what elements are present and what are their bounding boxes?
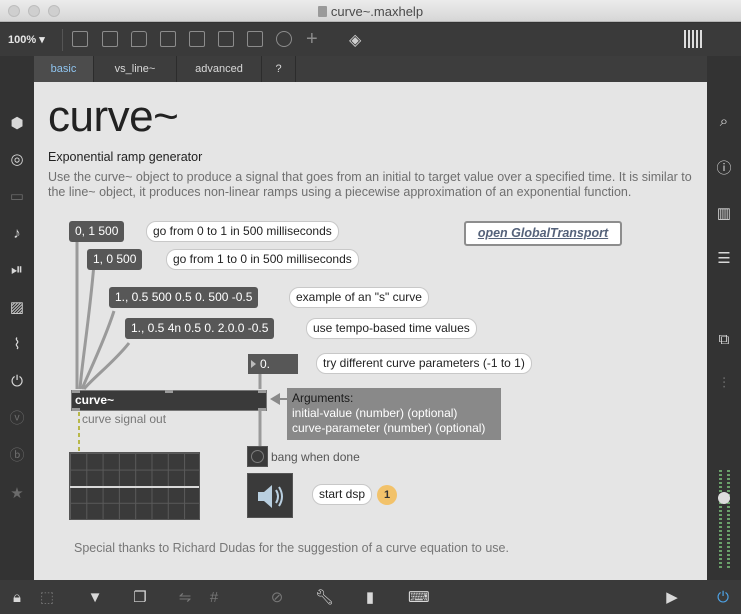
outlet[interactable] [72,408,80,411]
play-icon[interactable]: ▶ [663,589,681,607]
new-slider-icon[interactable] [247,31,263,47]
snapshot-icon[interactable]: ⧉ [716,332,732,348]
help-tabs: basic vs_line~ advanced ? [34,56,707,82]
new-toggle-icon[interactable] [189,31,205,47]
zoom-menu[interactable]: 100% ▾ [8,33,45,46]
beap-icon[interactable]: ⓑ [9,448,25,464]
message-box[interactable]: 0, 1 500 [69,221,125,242]
search-icon[interactable]: ⌕ [716,114,732,130]
piano-icon[interactable]: ▮ [361,589,379,607]
bang-circle-icon [251,450,264,463]
new-dial-icon[interactable] [276,31,292,47]
toolbar: 100% ▾ + ◈ [0,23,741,56]
wrench-icon[interactable]: 🔧︎ [315,589,334,607]
window-title: curve~.maxhelp [0,4,741,19]
tab-basic[interactable]: basic [34,56,94,82]
step-badge: 1 [377,485,397,505]
message-box[interactable]: 1, 0 500 [87,249,143,270]
comment-bubble: try different curve parameters (-1 to 1) [316,353,532,374]
comment-bubble: start dsp [312,484,373,505]
patch-canvas: curve~ Exponential ramp generator Use th… [34,82,707,580]
curve-object[interactable]: curve~ [71,390,267,411]
music-note-icon[interactable]: ♪ [9,226,25,242]
lock-icon[interactable]: 🔒︎ [8,589,26,607]
paint-bucket-icon[interactable]: ◈ [349,30,361,50]
tab-help[interactable]: ? [262,56,296,82]
power-icon[interactable]: ⏻ [714,589,732,607]
title-bar: curve~.maxhelp [0,0,741,22]
credits-text: Special thanks to Richard Dudas for the … [74,541,509,555]
comment-icon[interactable]: ▼ [86,589,104,607]
vizzie-icon[interactable]: ⓥ [9,411,25,427]
argument-curve-parameter: curve-parameter (number) (optional) [292,421,486,435]
document-icon [317,6,327,17]
arguments-title: Arguments: [292,391,354,405]
info-icon[interactable]: ⓘ [716,161,732,177]
media-icon[interactable]: ⏯ [9,262,25,278]
image-icon[interactable]: ▨ [9,300,25,316]
number-box-triangle-icon [251,360,256,368]
page-subtitle: Exponential ramp generator [48,150,203,164]
ezdac-speaker-button[interactable] [247,473,293,518]
volume-slider-knob[interactable] [718,492,730,504]
keyboard-icon[interactable]: ⌨ [408,589,430,607]
add-attachment-icon[interactable]: ⊘ [268,589,286,607]
new-object-icon[interactable] [72,31,88,47]
signal-scope [69,452,200,520]
curve-parameter-number-box[interactable]: 0. [248,354,298,374]
arguments-arrow-icon [270,393,280,405]
scope-trace [70,486,199,488]
toolbar-separator [62,29,63,51]
new-message-icon[interactable] [102,31,118,47]
tab-advanced[interactable]: advanced [177,56,262,82]
inlet[interactable] [72,390,80,393]
comment-bubble: use tempo-based time values [306,318,477,339]
open-globaltransport-link[interactable]: open GlobalTransport [464,221,622,246]
windows-icon[interactable]: ❐ [131,589,149,607]
grid-icon[interactable]: # [205,589,223,607]
audio-level-meter [719,470,722,570]
target-icon[interactable]: ◎ [9,152,25,168]
paperclip-icon[interactable]: ⌇ [9,337,25,353]
cube-icon[interactable]: ⬢ [9,116,25,132]
bottom-toolbar: 🔒︎ ⬚ ▼ ❐ ⇋ # ⊘ 🔧︎ ▮ ⌨ ▶ ⏻ [0,580,741,614]
inlet[interactable] [165,390,173,393]
tab-vs-line[interactable]: vs_line~ [94,56,177,82]
arguments-panel: Arguments: initial-value (number) (optio… [287,388,501,440]
audio-level-meter [727,470,730,570]
tape-icon[interactable]: ▭ [9,189,25,205]
grid-toggle-icon[interactable] [684,30,704,48]
right-sidebar: ⌕ ⓘ ▥ ☰ ⧉ ⫶ [707,56,741,580]
comment-bubble: go from 0 to 1 in 500 milliseconds [146,221,339,242]
page-title: curve~ [48,92,179,141]
list-icon[interactable]: ☰ [716,251,732,267]
inlet[interactable] [258,390,266,393]
message-box[interactable]: 1., 0.5 500 0.5 0. 500 -0.5 [109,287,259,308]
bang-label: bang when done [271,450,360,464]
add-object-icon[interactable]: + [306,28,318,51]
plug-icon[interactable]: ⏻ [9,374,25,390]
new-number-icon[interactable] [218,31,234,47]
new-comment-icon[interactable] [131,31,147,47]
presentation-icon[interactable]: ⬚ [38,589,56,607]
signal-out-label: curve signal out [82,412,167,426]
left-sidebar: ⬢ ◎ ▭ ♪ ⏯ ▨ ⌇ ⏻ ⓥ ⓑ ★ [0,56,34,580]
mixer-icon[interactable]: ⫶ [716,376,732,392]
comment-bubble: example of an "s" curve [289,287,429,308]
max-help-window: curve~.maxhelp 100% ▾ + ◈ basic vs_line~… [0,0,741,614]
bang-button[interactable] [247,446,268,467]
new-button-icon[interactable] [160,31,176,47]
reference-icon[interactable]: ▥ [716,206,732,222]
debug-icon[interactable]: ⇋ [176,589,194,607]
comment-bubble: go from 1 to 0 in 500 milliseconds [166,249,359,270]
speaker-icon [258,485,283,508]
page-description: Use the curve~ object to produce a signa… [48,170,692,199]
star-icon[interactable]: ★ [9,486,25,502]
message-box[interactable]: 1., 0.5 4n 0.5 0. 2.0.0 -0.5 [125,318,275,339]
outlet[interactable] [258,408,266,411]
argument-initial-value: initial-value (number) (optional) [292,406,458,420]
